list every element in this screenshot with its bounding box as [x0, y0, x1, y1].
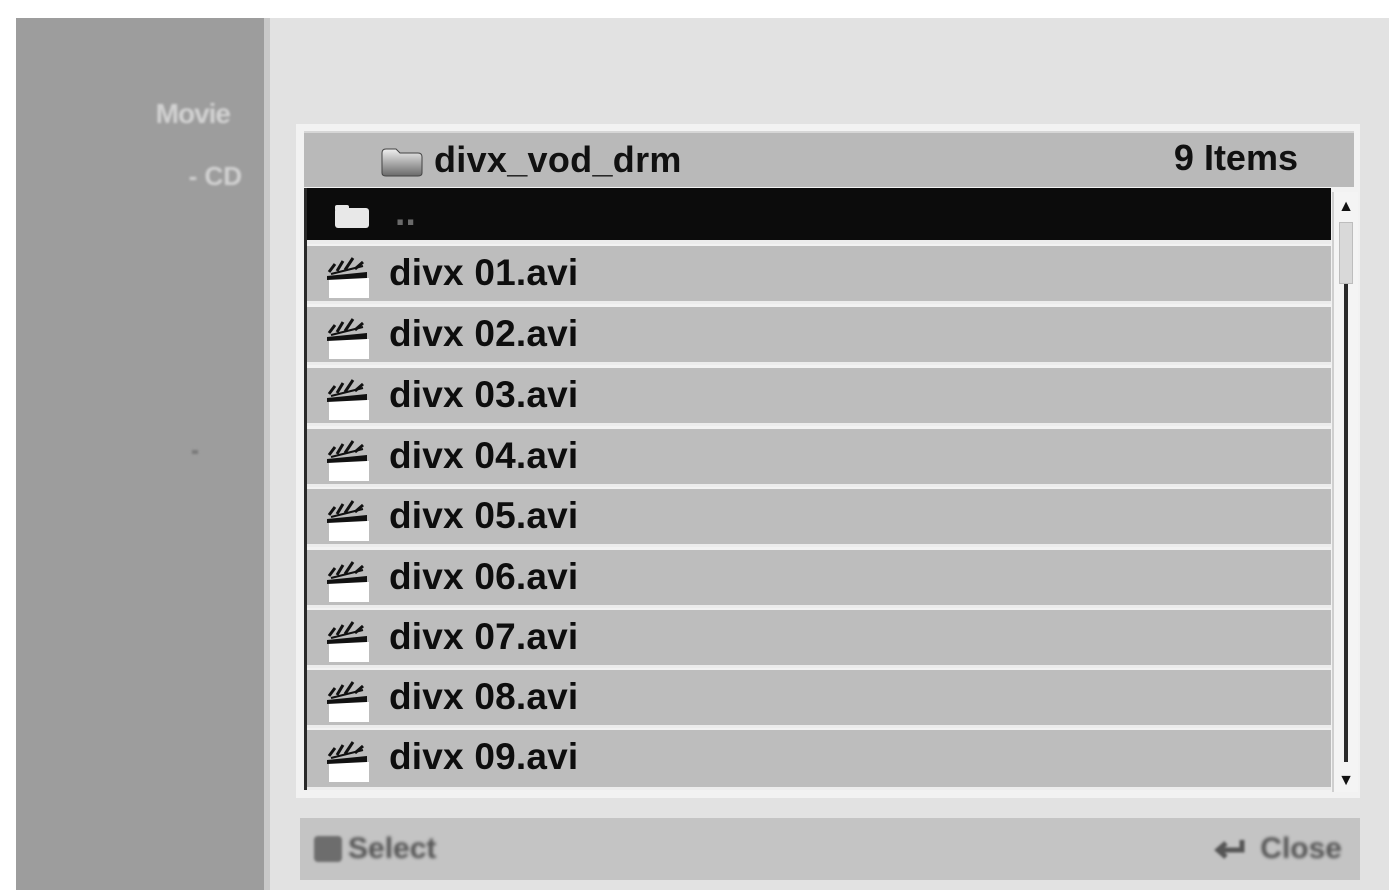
movie-clapper-icon	[327, 621, 369, 662]
list-item-parent[interactable]: ..	[307, 188, 1331, 244]
arrow-down-icon[interactable]: ▼	[1337, 772, 1355, 790]
scroll-thumb[interactable]	[1339, 222, 1353, 284]
scroll-track	[1344, 284, 1348, 762]
list-item-label: divx 01.avi	[389, 252, 579, 293]
file-list: .. divx 01.avi divx 02.avi divx 03.avi d…	[304, 188, 1331, 790]
list-item-label: ..	[395, 192, 416, 233]
folder-up-icon	[335, 205, 369, 228]
movie-clapper-icon	[327, 681, 369, 722]
scrollbar[interactable]: ▲ ▼	[1332, 192, 1358, 792]
list-item[interactable]: divx 04.avi	[307, 429, 1331, 487]
list-item-label: divx 07.avi	[389, 616, 579, 657]
folder-icon	[381, 148, 423, 177]
list-item[interactable]: divx 07.avi	[307, 610, 1331, 668]
list-item-label: divx 08.avi	[389, 676, 579, 717]
sidebar-title: Movie	[155, 98, 231, 129]
list-item-label: divx 04.avi	[389, 435, 579, 476]
list-item[interactable]: divx 03.avi	[307, 368, 1331, 426]
movie-clapper-icon	[327, 379, 369, 420]
list-item[interactable]: divx 01.avi	[307, 246, 1331, 304]
folder-name: divx_vod_drm	[434, 139, 682, 180]
movie-clapper-icon	[327, 440, 369, 481]
item-count: 9 Items	[1173, 137, 1298, 178]
list-item[interactable]: divx 02.avi	[307, 307, 1331, 365]
movie-clapper-icon	[327, 500, 369, 541]
sidebar-subtitle: - CD	[188, 161, 242, 191]
list-item-label: divx 02.avi	[389, 313, 579, 354]
enter-button-icon	[314, 836, 342, 862]
sidebar-marker	[192, 450, 198, 454]
movie-clapper-icon	[327, 561, 369, 602]
list-item[interactable]: divx 06.avi	[307, 550, 1331, 608]
movie-clapper-icon	[327, 318, 369, 359]
folder-header: divx_vod_drm 9 Items	[304, 131, 1354, 187]
list-item[interactable]: divx 05.avi	[307, 489, 1331, 547]
sidebar: Movie - CD	[16, 18, 270, 890]
movie-clapper-icon	[327, 741, 369, 782]
list-item-label: divx 03.avi	[389, 374, 579, 415]
list-item-label: divx 06.avi	[389, 556, 579, 597]
list-item[interactable]: divx 08.avi	[307, 670, 1331, 728]
footer-bar: Select Close	[300, 818, 1360, 880]
footer-select-label: Select	[348, 832, 437, 865]
arrow-up-icon[interactable]: ▲	[1337, 198, 1355, 216]
return-arrow-icon	[1214, 840, 1245, 859]
list-item-label: divx 05.avi	[389, 495, 579, 536]
movie-clapper-icon	[327, 257, 369, 298]
list-item[interactable]: divx 09.avi	[307, 730, 1331, 790]
list-item-label: divx 09.avi	[389, 736, 579, 777]
footer-close-label: Close	[1260, 832, 1342, 865]
